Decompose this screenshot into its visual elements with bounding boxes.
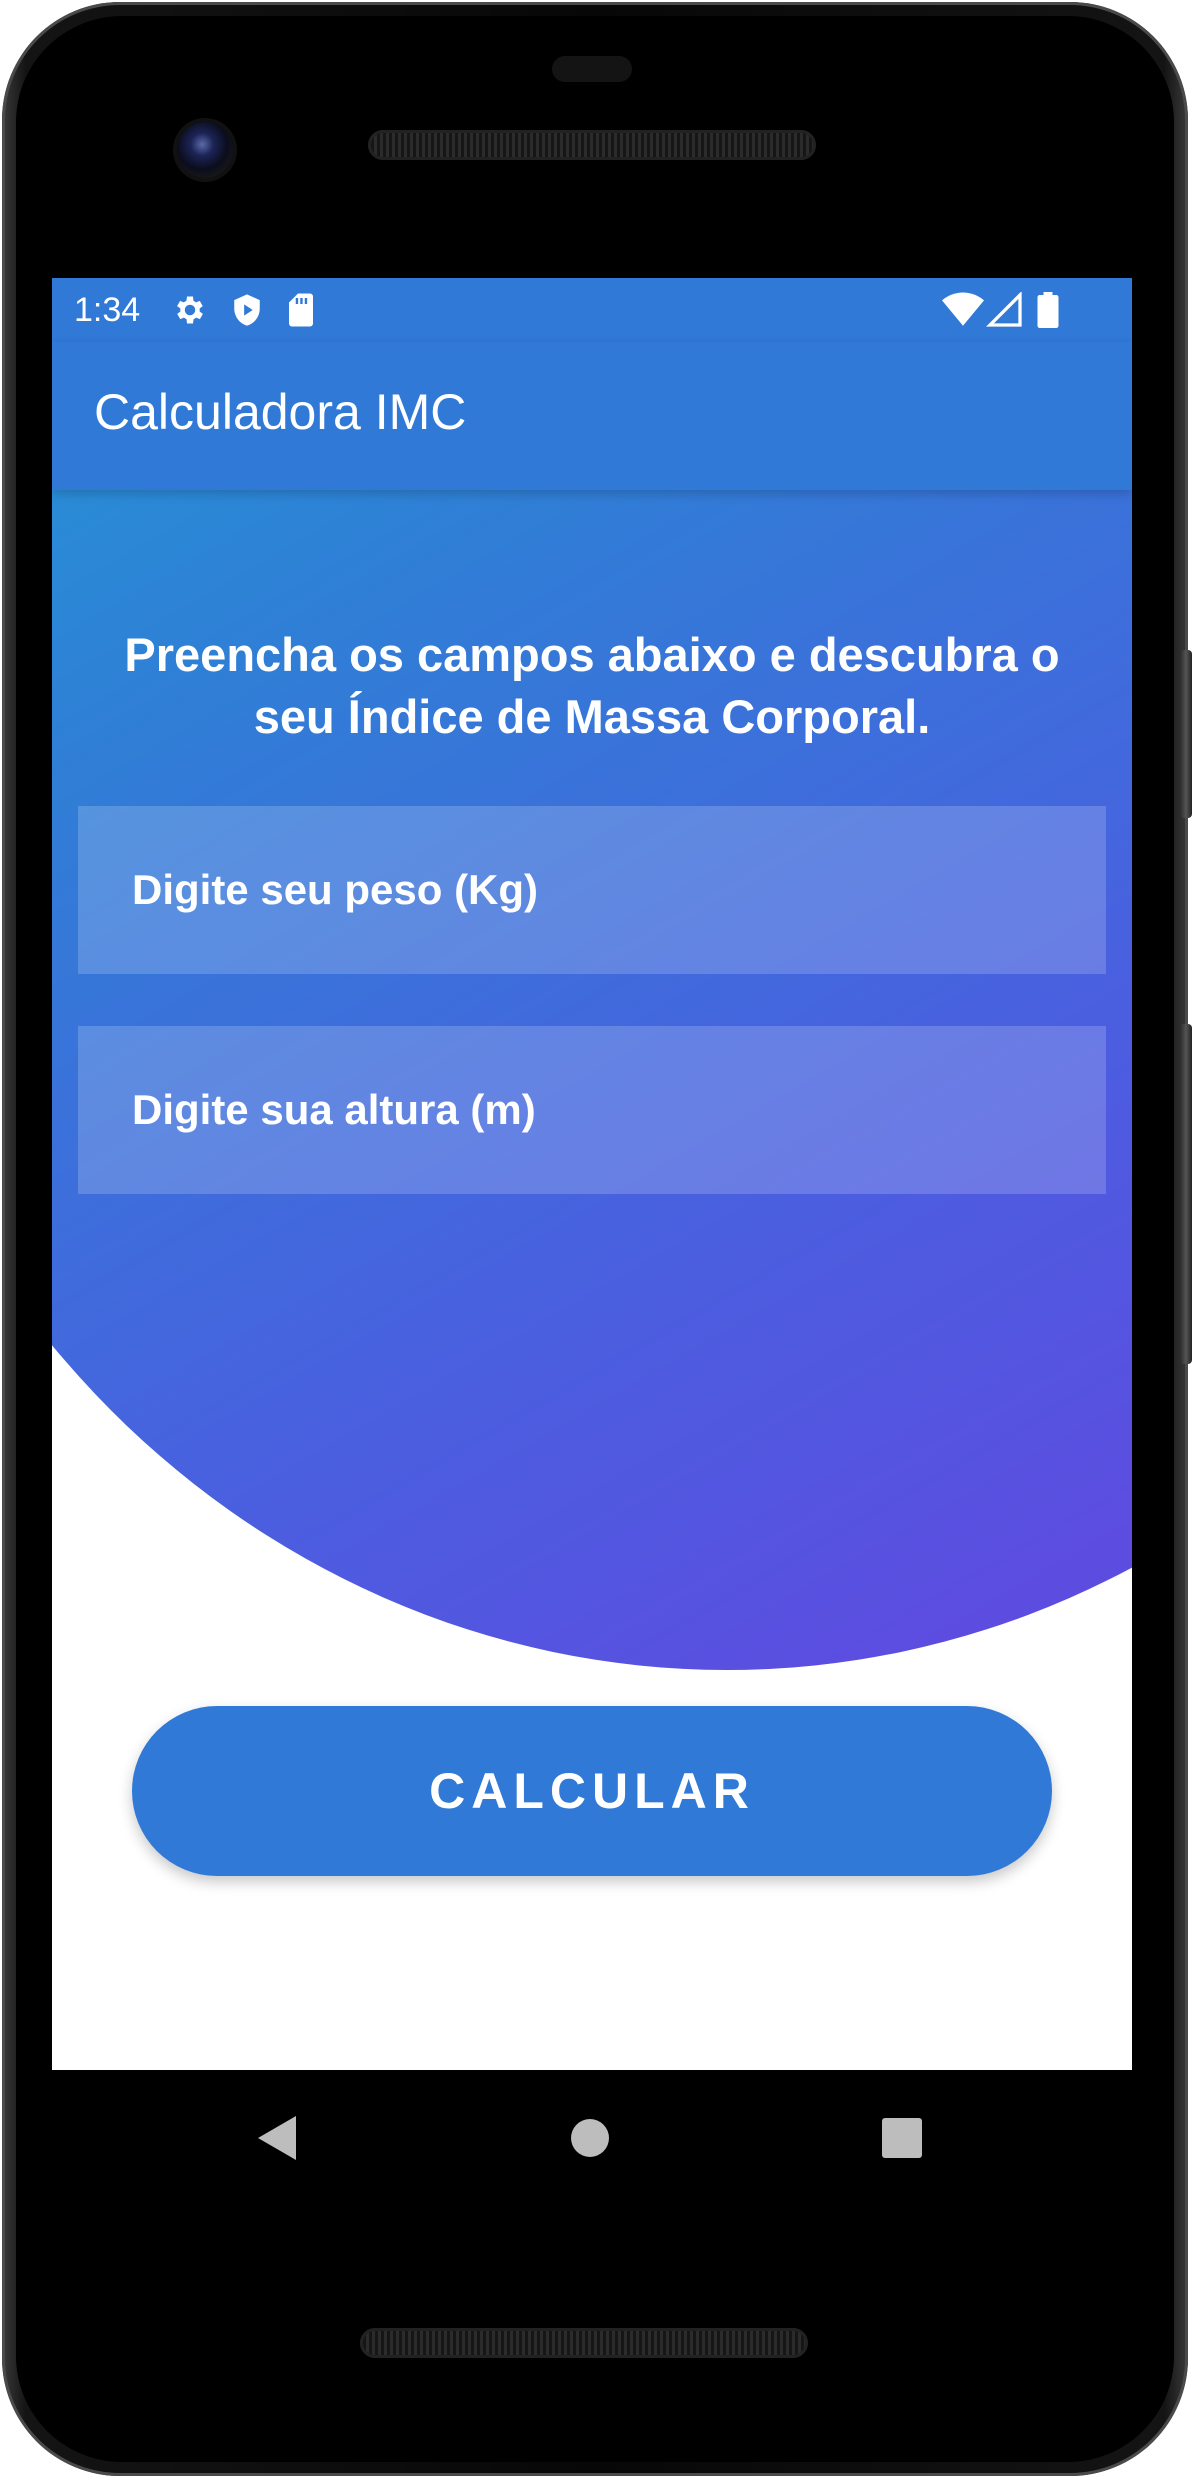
sd-card-icon bbox=[289, 293, 313, 327]
height-input[interactable] bbox=[132, 1026, 1106, 1194]
recents-square-icon[interactable] bbox=[882, 2118, 922, 2158]
app-title: Calculadora IMC bbox=[94, 384, 467, 440]
gear-icon bbox=[177, 296, 203, 324]
device-frame: 1:34 Calculadora IMC Preencha os campos … bbox=[0, 0, 1194, 2480]
status-bar: 1:34 bbox=[52, 278, 1132, 342]
wifi-icon bbox=[942, 292, 984, 326]
status-time: 1:34 bbox=[74, 291, 141, 329]
volume-buttons bbox=[1180, 1024, 1192, 1364]
weight-field-container bbox=[78, 806, 1106, 974]
calculate-button[interactable]: CALCULAR bbox=[132, 1706, 1052, 1876]
intro-text: Preencha os campos abaixo e descubra o s… bbox=[124, 628, 1060, 743]
home-circle-icon[interactable] bbox=[570, 2118, 610, 2158]
height-field-container bbox=[78, 1026, 1106, 1194]
proximity-sensor bbox=[552, 56, 632, 82]
app-screen: 1:34 Calculadora IMC Preencha os campos … bbox=[52, 278, 1132, 2070]
bottom-speaker bbox=[360, 2328, 808, 2358]
power-button bbox=[1180, 650, 1192, 818]
back-triangle-icon[interactable] bbox=[256, 2114, 298, 2162]
front-camera bbox=[177, 122, 233, 178]
earpiece-speaker bbox=[368, 130, 816, 160]
battery-icon bbox=[1037, 292, 1059, 328]
signal-icon bbox=[986, 292, 1022, 327]
app-bar: Calculadora IMC bbox=[52, 342, 1132, 490]
weight-input[interactable] bbox=[132, 806, 1106, 974]
shield-play-icon bbox=[234, 294, 260, 326]
